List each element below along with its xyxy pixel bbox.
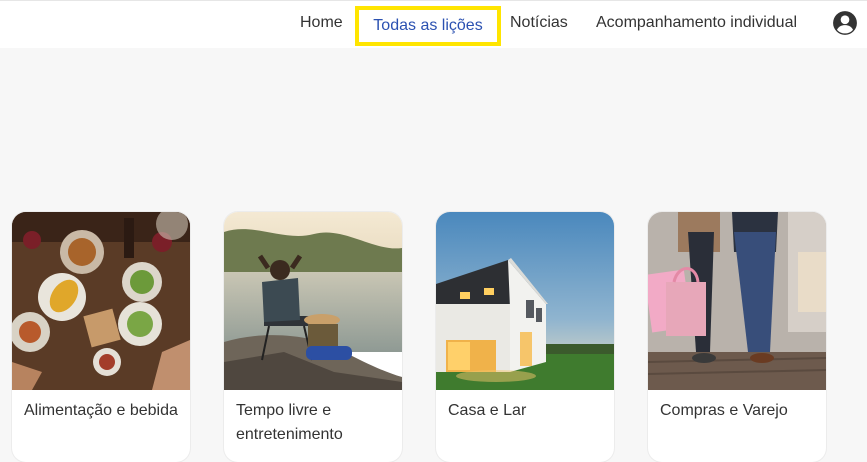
- category-label: Casa e Lar: [448, 402, 527, 419]
- category-card-home[interactable]: Casa e Lar: [436, 212, 614, 462]
- nav-coaching-link[interactable]: Acompanhamento individual: [596, 1, 797, 47]
- category-label: Compras e Varejo: [660, 402, 788, 419]
- nav-home-link[interactable]: Home: [300, 1, 343, 47]
- food-table-photo: [12, 212, 190, 390]
- house-at-dusk-photo: [436, 212, 614, 390]
- nav-all-lessons-link[interactable]: Todas as lições: [355, 6, 501, 46]
- category-label: Alimentação e bebida: [24, 402, 178, 419]
- nav-news-link[interactable]: Notícias: [510, 1, 568, 47]
- category-card-leisure[interactable]: Tempo livre e entretenimento: [224, 212, 402, 462]
- account-circle-icon[interactable]: [832, 10, 858, 36]
- shopping-bags-photo: [648, 212, 826, 390]
- category-label: Tempo livre e entretenimento: [236, 402, 343, 443]
- category-card-shopping[interactable]: Compras e Varejo: [648, 212, 826, 462]
- lake-relaxing-photo: [224, 212, 402, 390]
- top-navigation-bar: Home Todas as lições Notícias Acompanham…: [0, 0, 867, 48]
- category-card-food[interactable]: Alimentação e bebida: [12, 212, 190, 462]
